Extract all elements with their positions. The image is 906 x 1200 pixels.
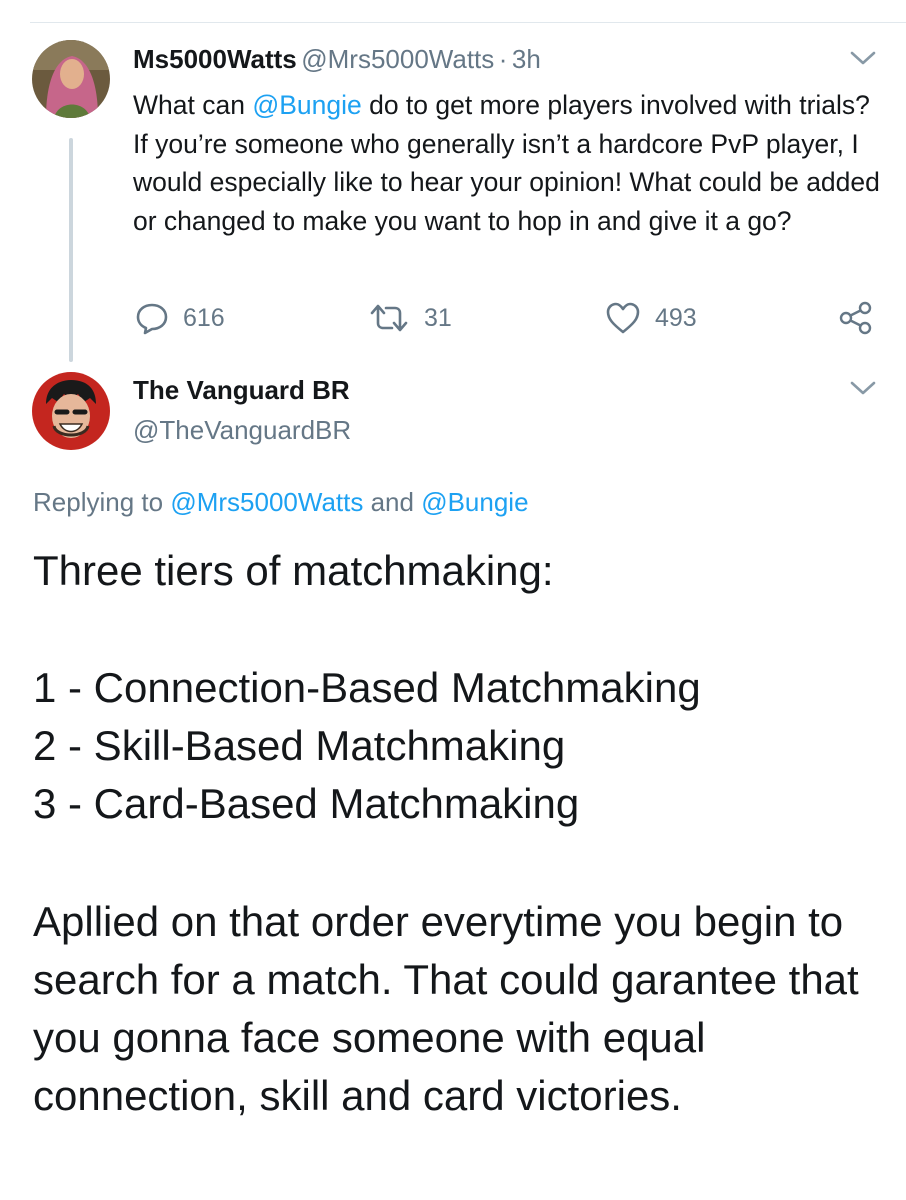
tweet1-handle[interactable]: @Mrs5000Watts bbox=[301, 44, 494, 74]
reply-icon bbox=[136, 303, 168, 335]
replying-to: Replying to @Mrs5000Watts and @Bungie bbox=[33, 487, 529, 518]
tweet2-name-block: The Vanguard BR bbox=[133, 375, 350, 406]
tweet1-header: Ms5000Watts @Mrs5000Watts · 3h bbox=[133, 44, 541, 75]
tweet2-intro: Three tiers of matchmaking: bbox=[33, 547, 554, 594]
like-count: 493 bbox=[655, 303, 697, 332]
tweet2-item-3: 3 - Card-Based Matchmaking bbox=[33, 780, 580, 827]
replying-prefix: Replying to bbox=[33, 487, 171, 517]
tweet2-handle[interactable]: @TheVanguardBR bbox=[133, 415, 351, 445]
reply-count: 616 bbox=[183, 303, 225, 332]
reply-button[interactable]: 616 bbox=[135, 298, 225, 338]
chevron-down-icon[interactable] bbox=[848, 48, 878, 68]
tweet1-display-name[interactable]: Ms5000Watts bbox=[133, 44, 297, 74]
avatar-ms5000watts[interactable] bbox=[32, 40, 110, 118]
top-divider bbox=[30, 22, 906, 23]
tweet1-time[interactable]: 3h bbox=[512, 44, 541, 74]
retweet-icon bbox=[370, 304, 408, 332]
tweet1-separator: · bbox=[498, 44, 508, 74]
replying-user-link[interactable]: @Bungie bbox=[421, 487, 528, 517]
retweet-button[interactable]: 31 bbox=[368, 298, 452, 338]
retweet-count: 31 bbox=[424, 303, 452, 332]
replying-user-link[interactable]: @Mrs5000Watts bbox=[170, 487, 363, 517]
heart-icon bbox=[606, 302, 640, 334]
mention-link[interactable]: @Bungie bbox=[252, 90, 361, 120]
like-button[interactable]: 493 bbox=[605, 298, 697, 338]
share-icon bbox=[839, 301, 872, 335]
chevron-down-icon[interactable] bbox=[848, 378, 878, 398]
tweet2-item-1: 1 - Connection-Based Matchmaking bbox=[33, 664, 701, 711]
tweet2-handle-block: @TheVanguardBR bbox=[133, 415, 351, 446]
tweet1-text: What can @Bungie do to get more players … bbox=[133, 86, 883, 240]
tweet2-paragraph: Apllied on that order everytime you begi… bbox=[33, 898, 859, 1119]
share-button[interactable] bbox=[838, 298, 874, 338]
tweet1-text-part1: What can bbox=[133, 90, 253, 120]
avatar-thevanguardbr[interactable] bbox=[32, 372, 110, 450]
tweet2-display-name[interactable]: The Vanguard BR bbox=[133, 375, 350, 405]
tweet2-item-2: 2 - Skill-Based Matchmaking bbox=[33, 722, 566, 769]
replying-and: and bbox=[363, 487, 422, 517]
tweet1-actions: 616 31 493 bbox=[0, 298, 906, 338]
